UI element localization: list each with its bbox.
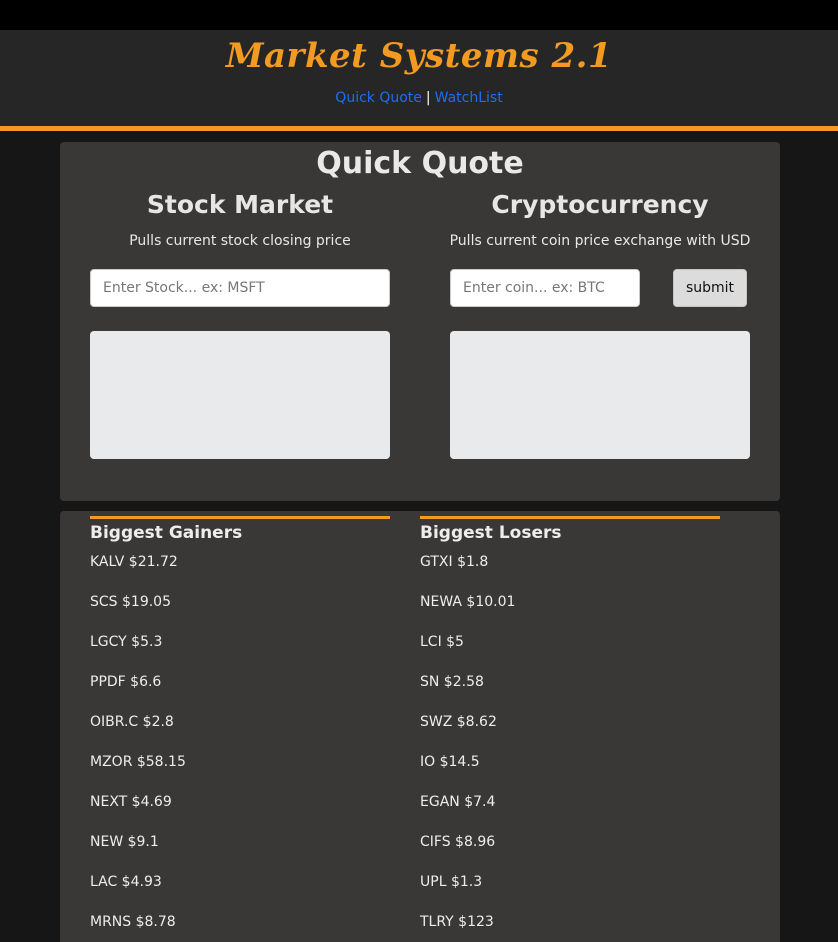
stock-symbol-input[interactable] [90, 269, 390, 307]
coin-symbol-input[interactable] [450, 269, 640, 307]
gainers-title: Biggest Gainers [90, 523, 243, 543]
list-item: PPDF $6.6 [90, 674, 162, 690]
losers-title: Biggest Losers [420, 523, 562, 543]
cryptocurrency-subtitle: Pulls current coin price exchange with U… [449, 233, 751, 249]
list-item: LCI $5 [420, 634, 464, 650]
losers-divider [420, 516, 720, 519]
list-item: SWZ $8.62 [420, 714, 497, 730]
gainers-divider [90, 516, 390, 519]
list-item: LAC $4.93 [90, 874, 162, 890]
list-item: TLRY $123 [420, 914, 494, 930]
nav-link-watchlist[interactable]: WatchList [435, 90, 503, 106]
list-item: SN $2.58 [420, 674, 484, 690]
gainers-column: Biggest Gainers KALV $21.72 SCS $19.05 L… [90, 516, 390, 942]
losers-list: GTXI $1.8 NEWA $10.01 LCI $5 SN $2.58 SW… [420, 546, 720, 942]
market-movers-panel: Biggest Gainers KALV $21.72 SCS $19.05 L… [60, 511, 780, 942]
list-item: KALV $21.72 [90, 554, 178, 570]
list-item: EGAN $7.4 [420, 794, 496, 810]
site-header: Market Systems 2.1 Quick Quote | WatchList [0, 30, 838, 126]
list-item: OIBR.C $2.8 [90, 714, 174, 730]
nav-link-quick-quote[interactable]: Quick Quote [335, 90, 422, 106]
stock-market-subtitle: Pulls current stock closing price [129, 233, 351, 249]
list-item: MRNS $8.78 [90, 914, 176, 930]
submit-button[interactable]: submit [673, 269, 747, 307]
stock-result-box [90, 331, 390, 459]
list-item: LGCY $5.3 [90, 634, 163, 650]
header-divider [0, 126, 838, 131]
nav-separator: | [425, 90, 431, 106]
list-item: NEW $9.1 [90, 834, 159, 850]
list-item: GTXI $1.8 [420, 554, 489, 570]
quick-quote-title: Quick Quote [316, 146, 524, 181]
top-bar [0, 0, 838, 30]
stock-market-title: Stock Market [146, 190, 334, 219]
list-item: SCS $19.05 [90, 594, 171, 610]
list-item: UPL $1.3 [420, 874, 483, 890]
crypto-result-box [450, 331, 750, 459]
gainers-list: KALV $21.72 SCS $19.05 LGCY $5.3 PPDF $6… [90, 546, 390, 942]
list-item: NEWA $10.01 [420, 594, 516, 610]
losers-column: Biggest Losers GTXI $1.8 NEWA $10.01 LCI… [420, 516, 720, 942]
brand-title: Market Systems 2.1 [225, 36, 613, 76]
cryptocurrency-title: Cryptocurrency [491, 190, 709, 219]
quick-quote-panel: Quick Quote Stock Market Pulls current s… [60, 142, 780, 501]
list-item: MZOR $58.15 [90, 754, 186, 770]
list-item: NEXT $4.69 [90, 794, 172, 810]
list-item: IO $14.5 [420, 754, 480, 770]
list-item: CIFS $8.96 [420, 834, 496, 850]
main-nav: Quick Quote | WatchList [0, 90, 838, 106]
